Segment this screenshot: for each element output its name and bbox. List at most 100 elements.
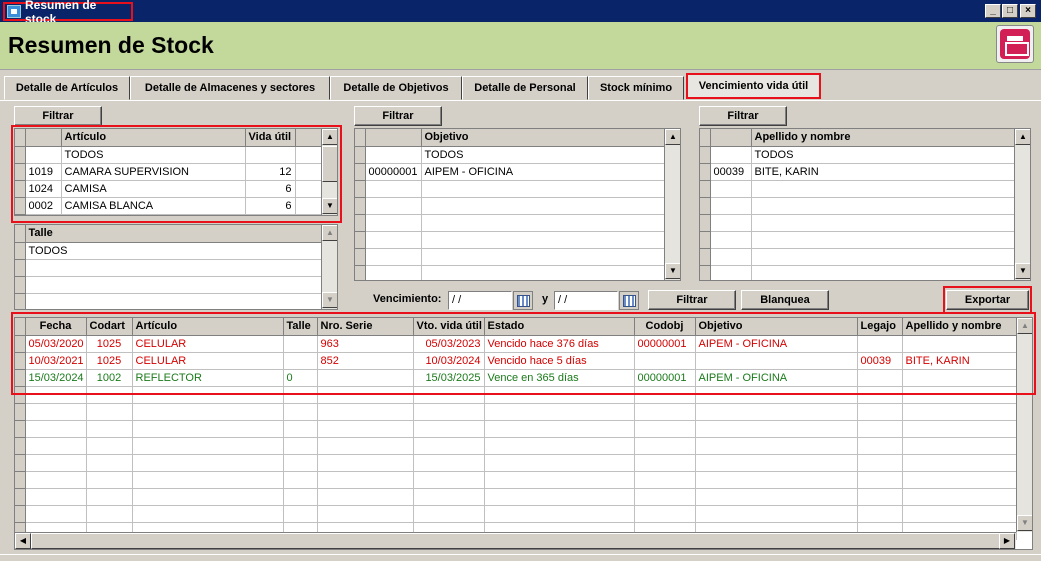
maximize-button[interactable]: □ xyxy=(1002,4,1018,18)
row-selector[interactable] xyxy=(700,146,711,164)
col-header-talle[interactable]: Talle xyxy=(25,225,322,243)
table-row[interactable] xyxy=(15,403,1017,421)
table-row[interactable] xyxy=(15,293,322,309)
filtrar-vencimiento-button[interactable]: Filtrar xyxy=(648,290,736,310)
table-row[interactable] xyxy=(700,214,1015,232)
table-row[interactable] xyxy=(355,265,665,280)
table-row[interactable]: TODOS xyxy=(15,146,322,164)
blanquea-button[interactable]: Blanquea xyxy=(741,290,829,310)
row-selector[interactable] xyxy=(355,180,366,198)
table-row[interactable]: TODOS xyxy=(700,146,1015,164)
tab-detalle-almacenes[interactable]: Detalle de Almacenes y sectores xyxy=(130,76,330,100)
table-row[interactable] xyxy=(355,214,665,232)
objetivos-grid[interactable]: Objetivo TODOS 00000001 AIPEM - OFICINA ▲… xyxy=(354,128,681,281)
row-selector[interactable] xyxy=(700,231,711,249)
results-horizontal-scrollbar[interactable]: ◀ ▶ xyxy=(15,532,1016,549)
table-row[interactable] xyxy=(15,505,1017,523)
table-row[interactable] xyxy=(700,180,1015,198)
row-selector[interactable] xyxy=(355,197,366,215)
calendar-desde-button[interactable] xyxy=(513,291,533,310)
scroll-down-icon[interactable]: ▼ xyxy=(1015,263,1030,279)
filtrar-articulos-button[interactable]: Filtrar xyxy=(14,106,102,126)
tab-detalle-personal[interactable]: Detalle de Personal xyxy=(462,76,588,100)
scroll-thumb[interactable] xyxy=(31,533,1011,549)
row-selector[interactable] xyxy=(15,276,26,294)
table-row[interactable]: TODOS xyxy=(15,242,322,260)
table-row[interactable]: TODOS xyxy=(355,146,665,164)
col-header-articulo[interactable]: Artículo xyxy=(61,129,246,147)
table-row[interactable] xyxy=(700,265,1015,280)
table-row[interactable] xyxy=(15,276,322,294)
scroll-left-icon[interactable]: ◀ xyxy=(15,533,31,549)
scroll-down-icon[interactable]: ▼ xyxy=(1017,515,1032,531)
table-row[interactable] xyxy=(15,437,1017,455)
col-header-objetivo[interactable]: Objetivo xyxy=(421,129,665,147)
tab-detalle-articulos[interactable]: Detalle de Artículos xyxy=(4,76,130,100)
table-row[interactable] xyxy=(15,454,1017,472)
row-selector[interactable] xyxy=(15,259,26,277)
row-selector[interactable] xyxy=(700,163,711,181)
col-header-vida-util[interactable]: Vida útil xyxy=(245,129,296,147)
table-row[interactable]: 00000001 AIPEM - OFICINA xyxy=(355,163,665,181)
row-selector[interactable] xyxy=(15,293,26,309)
scroll-down-icon[interactable]: ▼ xyxy=(322,292,337,308)
table-row[interactable]: 1019 CAMARA SUPERVISION 12 xyxy=(15,163,322,181)
row-selector[interactable] xyxy=(700,197,711,215)
tab-stock-minimo[interactable]: Stock mínimo xyxy=(588,76,684,100)
scroll-down-icon[interactable]: ▼ xyxy=(665,263,680,279)
scroll-up-icon[interactable]: ▲ xyxy=(665,129,680,145)
row-selector[interactable] xyxy=(355,163,366,181)
filtrar-objetivos-button[interactable]: Filtrar xyxy=(354,106,442,126)
row-selector[interactable] xyxy=(15,197,26,215)
row-selector[interactable] xyxy=(355,146,366,164)
print-button[interactable] xyxy=(996,25,1034,63)
exportar-button[interactable]: Exportar xyxy=(946,290,1029,310)
row-selector[interactable] xyxy=(15,146,26,164)
objetivos-scrollbar[interactable]: ▲ ▼ xyxy=(664,129,680,280)
tab-detalle-objetivos[interactable]: Detalle de Objetivos xyxy=(330,76,462,100)
table-row[interactable] xyxy=(700,197,1015,215)
row-selector[interactable] xyxy=(700,214,711,232)
row-selector[interactable] xyxy=(700,248,711,266)
row-selector[interactable] xyxy=(700,265,711,280)
table-row[interactable]: 1024 CAMISA 6 xyxy=(15,180,322,198)
table-row[interactable] xyxy=(15,488,1017,506)
articulos-grid[interactable]: Artículo Vida útil TODOS 1019 CAMARA SUPE… xyxy=(14,128,338,216)
col-header-apellido-nombre[interactable]: Apellido y nombre xyxy=(751,129,1015,147)
row-selector[interactable] xyxy=(355,214,366,232)
row-selector[interactable] xyxy=(355,231,366,249)
calendar-hasta-button[interactable] xyxy=(619,291,639,310)
scroll-up-icon[interactable]: ▲ xyxy=(1015,129,1030,145)
talle-grid[interactable]: Talle TODOS ▲ ▼ xyxy=(14,224,338,310)
scroll-down-icon[interactable]: ▼ xyxy=(322,198,337,214)
row-selector[interactable] xyxy=(355,248,366,266)
table-row[interactable] xyxy=(355,197,665,215)
articulos-scrollbar[interactable]: ▲ ▼ xyxy=(321,129,337,215)
vencimiento-desde-input[interactable]: / / xyxy=(448,291,512,310)
scroll-right-icon[interactable]: ▶ xyxy=(999,533,1015,549)
table-row[interactable] xyxy=(355,248,665,266)
row-selector[interactable] xyxy=(355,265,366,280)
scroll-up-icon[interactable]: ▲ xyxy=(322,129,337,145)
row-selector[interactable] xyxy=(700,180,711,198)
table-row[interactable] xyxy=(15,471,1017,489)
table-row[interactable] xyxy=(700,248,1015,266)
row-selector[interactable] xyxy=(15,180,26,198)
row-selector[interactable] xyxy=(15,163,26,181)
table-row[interactable]: 0002 CAMISA BLANCA 6 xyxy=(15,197,322,215)
table-row[interactable] xyxy=(700,231,1015,249)
table-row[interactable] xyxy=(15,420,1017,438)
vencimiento-hasta-input[interactable]: / / xyxy=(554,291,618,310)
close-button[interactable]: × xyxy=(1020,4,1036,18)
table-row[interactable] xyxy=(15,259,322,277)
tab-vencimiento-vida-util[interactable]: Vencimiento vida útil xyxy=(686,73,821,99)
talle-scrollbar[interactable]: ▲ ▼ xyxy=(321,225,337,309)
scroll-thumb[interactable] xyxy=(322,146,337,182)
minimize-button[interactable]: _ xyxy=(985,4,1001,18)
table-row[interactable] xyxy=(355,180,665,198)
personal-grid[interactable]: Apellido y nombre TODOS 00039 BITE, KARIN… xyxy=(699,128,1031,281)
table-row[interactable]: 00039 BITE, KARIN xyxy=(700,163,1015,181)
filtrar-personal-button[interactable]: Filtrar xyxy=(699,106,787,126)
table-row[interactable] xyxy=(355,231,665,249)
row-selector[interactable] xyxy=(15,242,26,260)
